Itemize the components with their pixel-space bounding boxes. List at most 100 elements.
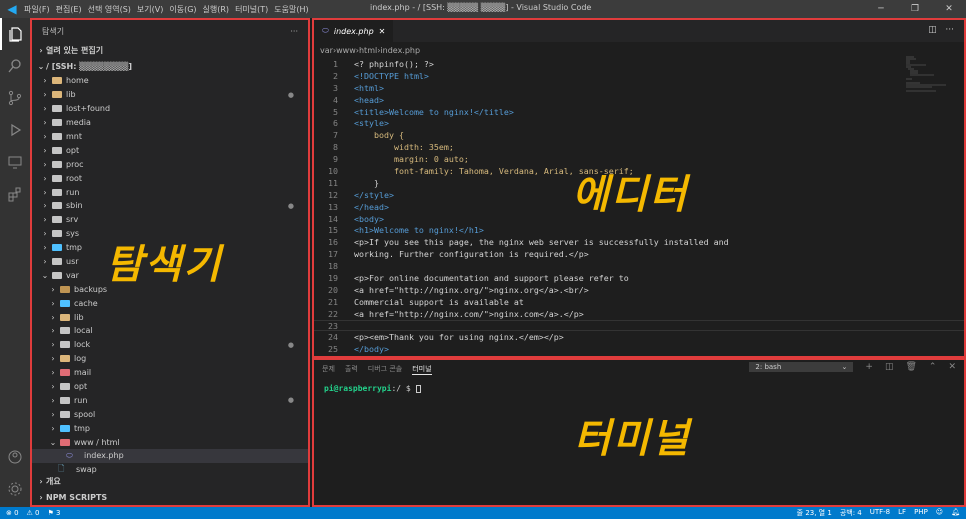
tree-item[interactable]: › lock ● <box>32 338 308 352</box>
panel-tab[interactable]: 문제 <box>322 364 335 374</box>
terminal-output[interactable]: pi@raspberrypi:/ $ <box>314 378 964 399</box>
close-panel-icon[interactable]: ✕ <box>948 362 956 372</box>
tree-item[interactable]: › mnt <box>32 130 308 144</box>
line-number: 14 <box>328 213 338 224</box>
tree-item[interactable]: › opt <box>32 380 308 394</box>
tree-item-label: mail <box>74 368 92 378</box>
panel-tab[interactable]: 디버그 콘솔 <box>368 364 402 374</box>
breadcrumb-item[interactable]: index.php <box>380 46 420 55</box>
line-text: margin: 0 auto; <box>354 154 469 165</box>
editor-overlay-label: 에디터 <box>572 172 689 218</box>
tree-item[interactable]: ⬭ index.php <box>32 449 308 463</box>
shell-select[interactable]: 2: bash ⌄ <box>749 362 854 372</box>
tree-item-label: run <box>66 187 80 197</box>
tree-item[interactable]: › run ● <box>32 393 308 407</box>
tab-index-php[interactable]: ⬭ index.php ✕ <box>314 20 394 42</box>
indent-setting[interactable]: 공백: 4 <box>840 508 862 518</box>
source-control-icon[interactable] <box>0 82 30 114</box>
search-icon[interactable] <box>0 50 30 82</box>
npm-scripts-section[interactable]: › NPM SCRIPTS <box>32 489 308 505</box>
menu-item[interactable]: 도움말(H) <box>274 4 308 15</box>
language-mode[interactable]: PHP <box>914 508 928 518</box>
explorer-icon[interactable] <box>0 18 30 50</box>
remote-explorer-icon[interactable] <box>0 146 30 178</box>
menu-item[interactable]: 편집(E) <box>56 4 82 15</box>
panel-tabs: 문제 출력 디버그 콘솔 터미널 2: bash ⌄ + ◫ 🗑 ⌃ ✕ <box>314 360 964 378</box>
folder-icon <box>60 327 70 335</box>
code-line: 6 <style> <box>314 117 964 129</box>
panel-tab[interactable]: 터미널 <box>412 364 432 375</box>
notifications-bell-icon[interactable]: 🔔︎ <box>951 508 960 518</box>
tree-item[interactable]: › spool <box>32 407 308 421</box>
split-editor-icon[interactable]: ◫ <box>928 25 937 35</box>
eol[interactable]: LF <box>898 508 906 518</box>
tree-item[interactable]: › opt <box>32 143 308 157</box>
ports-count[interactable]: ⚑ 3 <box>48 509 61 517</box>
breadcrumb-item[interactable]: html <box>359 46 377 55</box>
line-number: 4 <box>333 94 338 105</box>
editor-more-icon[interactable]: ··· <box>945 25 954 35</box>
restore-icon[interactable]: ❐ <box>898 0 932 18</box>
chevron-right-icon: › <box>39 492 43 502</box>
tree-item[interactable]: › home <box>32 74 308 88</box>
breadcrumb-item[interactable]: var <box>320 46 333 55</box>
cursor-position[interactable]: 줄 23, 열 1 <box>797 508 832 518</box>
tree-item[interactable]: › cache <box>32 296 308 310</box>
chevron-right-icon: › <box>51 340 55 350</box>
errors-count[interactable]: ⊗ 0 <box>6 509 19 517</box>
account-icon[interactable] <box>0 441 30 473</box>
split-terminal-icon[interactable]: ◫ <box>885 362 894 372</box>
tree-item[interactable]: › run <box>32 185 308 199</box>
code-line: 22 <a href="http://nginx.com/">nginx.com<… <box>314 308 964 320</box>
open-editors-section[interactable]: › 열려 있는 편집기 <box>32 42 308 58</box>
maximize-panel-icon[interactable]: ⌃ <box>929 362 937 372</box>
tree-item[interactable]: › log <box>32 352 308 366</box>
extensions-icon[interactable] <box>0 178 30 210</box>
root-folder-section[interactable]: ⌄ / [SSH: ▒▒▒▒▒▒▒▒] <box>32 58 308 74</box>
menu-item[interactable]: 터미널(T) <box>235 4 268 15</box>
code-line: 16 <p>If you see this page, the nginx web… <box>314 236 964 248</box>
tree-item[interactable]: › proc <box>32 157 308 171</box>
chevron-right-icon: › <box>43 145 47 155</box>
tree-item[interactable]: › sbin ● <box>32 199 308 213</box>
tree-item[interactable]: ⌄ www / html <box>32 435 308 449</box>
trash-icon[interactable]: 🗑 <box>905 362 916 372</box>
terminal-panel: 문제 출력 디버그 콘솔 터미널 2: bash ⌄ + ◫ 🗑 ⌃ ✕ pi@rasp… <box>312 358 966 507</box>
code-line: 23 <box>314 319 964 332</box>
warnings-count[interactable]: ⚠ 0 <box>27 509 40 517</box>
outline-section[interactable]: › 개요 <box>32 473 308 489</box>
settings-gear-icon[interactable] <box>0 473 30 505</box>
tree-item[interactable]: › root <box>32 171 308 185</box>
chevron-right-icon: › <box>43 215 47 225</box>
close-icon[interactable]: ✕ <box>932 0 966 18</box>
tab-close-icon[interactable]: ✕ <box>379 27 386 36</box>
more-actions-icon[interactable]: ··· <box>290 27 298 36</box>
menu-item[interactable]: 파일(F) <box>24 4 50 15</box>
folder-icon <box>52 105 62 113</box>
tree-item[interactable]: › lib ● <box>32 88 308 102</box>
code-line: 25 </body> <box>314 343 964 355</box>
menu-item[interactable]: 실행(R) <box>203 4 230 15</box>
minimap[interactable] <box>906 56 950 96</box>
tree-item[interactable]: › tmp <box>32 421 308 435</box>
menu-item[interactable]: 보기(V) <box>137 4 163 15</box>
breadcrumb-item[interactable]: www <box>336 46 356 55</box>
encoding[interactable]: UTF-8 <box>870 508 890 518</box>
minimize-icon[interactable]: ─ <box>864 0 898 18</box>
run-debug-icon[interactable] <box>0 114 30 146</box>
tree-item[interactable]: › mail <box>32 366 308 380</box>
feedback-icon[interactable]: ☺ <box>936 508 943 518</box>
add-terminal-icon[interactable]: + <box>865 362 873 372</box>
menu-item[interactable]: 이동(G) <box>169 4 196 15</box>
tree-item-label: usr <box>66 257 79 267</box>
panel-tab[interactable]: 출력 <box>345 364 358 374</box>
tree-item[interactable]: › media <box>32 116 308 130</box>
chevron-right-icon: › <box>43 159 47 169</box>
tree-item[interactable]: › local <box>32 324 308 338</box>
tree-item[interactable]: › lost+found <box>32 102 308 116</box>
tree-item[interactable]: › lib <box>32 310 308 324</box>
tree-item[interactable]: › srv <box>32 213 308 227</box>
chevron-right-icon: › <box>43 118 47 128</box>
chevron-right-icon: › <box>43 132 47 141</box>
menu-item[interactable]: 선택 영역(S) <box>88 4 131 15</box>
